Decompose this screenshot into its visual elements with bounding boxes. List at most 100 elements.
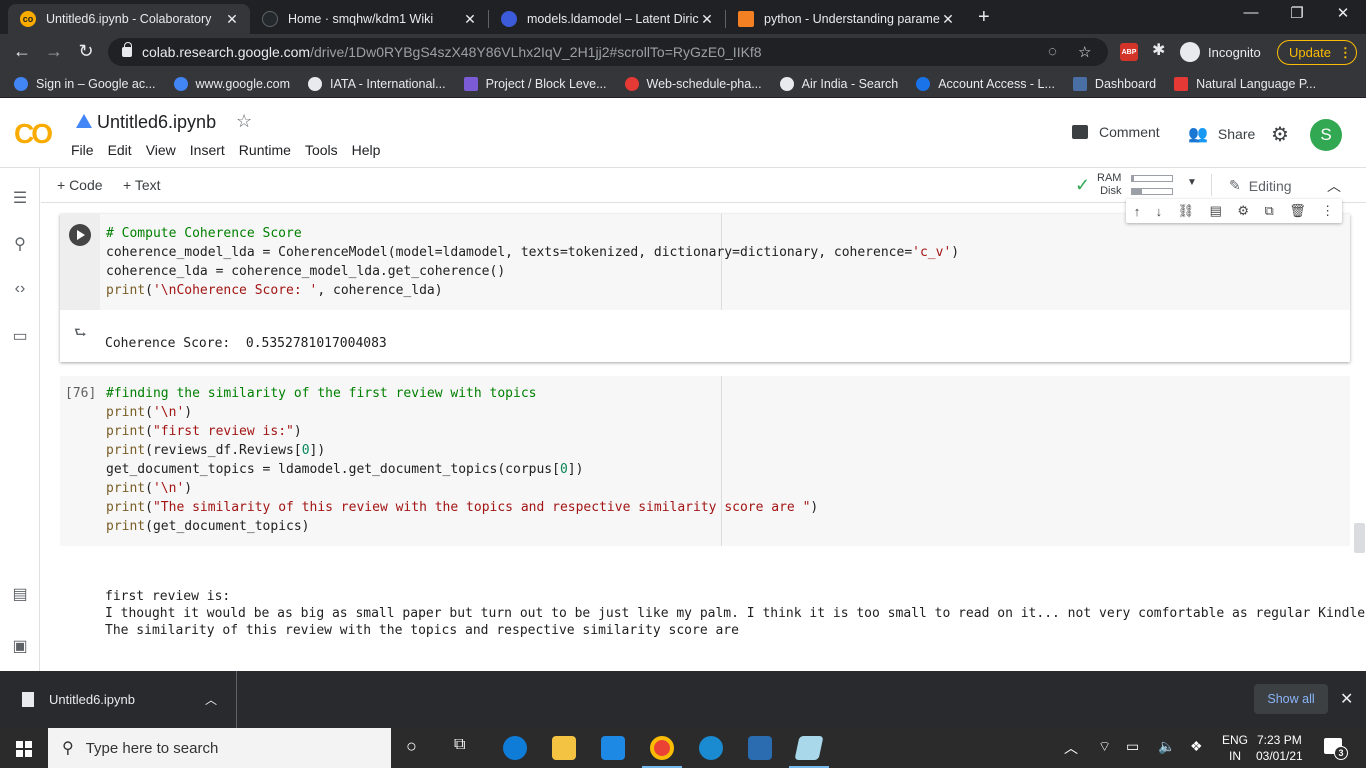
add-text-button[interactable]: + Text (123, 177, 161, 193)
menu-insert[interactable]: Insert (190, 142, 225, 158)
chrome-app-icon[interactable] (650, 736, 674, 760)
show-all-downloads-button[interactable]: Show all (1254, 684, 1328, 714)
restore-button[interactable]: ❐ (1282, 4, 1312, 22)
bookmark-item[interactable]: www.google.com (173, 76, 290, 91)
tab-ldamodel-docs[interactable]: models.ldamodel – Latent Dirichl ✕ (489, 4, 725, 34)
reload-icon[interactable]: ↻ (74, 41, 98, 62)
stackoverflow-favicon-icon (738, 11, 754, 27)
chevron-down-icon[interactable]: ▼ (1187, 177, 1197, 188)
new-tab-button[interactable]: + (978, 6, 990, 29)
wifi-icon[interactable]: ⌔ (1098, 738, 1111, 756)
tab-close-icon[interactable]: ✕ (224, 11, 240, 28)
more-cell-actions-icon[interactable]: ⋮ (1321, 203, 1334, 219)
collapse-header-icon[interactable]: ︿ (1327, 176, 1341, 196)
add-comment-icon[interactable]: ▤ (1210, 203, 1222, 219)
bookmark-item[interactable]: Natural Language P... (1174, 76, 1316, 91)
edge-app-icon[interactable] (503, 736, 527, 760)
incognito-indicator[interactable]: Incognito (1180, 41, 1261, 63)
tab-github-wiki[interactable]: Home · smqhw/kdm1 Wiki ✕ (250, 4, 488, 34)
command-palette-icon[interactable]: ▤ (11, 584, 29, 604)
cell-source[interactable]: # Compute Coherence Score coherence_model… (106, 224, 959, 300)
battery-icon[interactable]: ▭ (1126, 738, 1139, 755)
resource-monitor[interactable]: RAM Disk (1097, 172, 1121, 198)
cell-code-area[interactable]: # Compute Coherence Score coherence_model… (60, 214, 1350, 310)
bookmark-star-icon[interactable]: ☆ (1078, 43, 1091, 61)
windows-start-icon[interactable] (16, 741, 32, 757)
add-code-button[interactable]: + Code (57, 177, 103, 193)
close-window-button[interactable]: ✕ (1328, 4, 1358, 22)
eye-slash-icon[interactable]: ◌ (1048, 43, 1057, 60)
mail-app-icon[interactable] (601, 736, 625, 760)
chevron-up-icon[interactable]: ︿ (205, 691, 217, 708)
action-center-icon[interactable]: 3 (1324, 738, 1348, 760)
menu-edit[interactable]: Edit (108, 142, 132, 158)
bookmark-item[interactable]: Dashboard (1072, 76, 1156, 91)
move-cell-down-icon[interactable]: ↓ (1156, 204, 1163, 219)
tab-close-icon[interactable]: ✕ (940, 11, 956, 28)
cell-settings-icon[interactable]: ⚙ (1237, 203, 1249, 219)
dropbox-icon[interactable]: ❖ (1190, 738, 1203, 755)
mirror-cell-icon[interactable]: ⧉ (1264, 203, 1273, 219)
editing-mode-button[interactable]: ✎ Editing (1229, 177, 1292, 194)
comment-button[interactable]: Comment (1072, 124, 1160, 140)
download-item[interactable]: Untitled6.ipynb ︿ (0, 671, 237, 728)
extensions-puzzle-icon[interactable]: ✱ (1152, 40, 1165, 60)
volume-icon[interactable]: 🔈 (1158, 738, 1175, 755)
files-folder-icon[interactable]: ▭ (11, 326, 29, 346)
bookmark-item[interactable]: Account Access - L... (916, 76, 1055, 91)
avatar[interactable]: S (1310, 119, 1342, 151)
tab-label: python - Understanding paramet (764, 12, 940, 26)
bookmark-item[interactable]: Sign in – Google ac... (14, 76, 156, 91)
terminal-icon[interactable]: ▣ (11, 636, 29, 656)
language-indicator[interactable]: ENG IN (1222, 732, 1248, 764)
tab-colab[interactable]: co Untitled6.ipynb - Colaboratory ✕ (8, 4, 250, 34)
settings-gear-icon[interactable]: ⚙ (1271, 122, 1289, 147)
taskbar-search[interactable]: ⚲ Type here to search (48, 728, 391, 768)
close-download-bar-icon[interactable]: ✕ (1340, 689, 1353, 709)
menu-file[interactable]: File (71, 142, 94, 158)
search-icon[interactable]: ⚲ (11, 234, 29, 254)
code-token: coherence_lda = coherence_model_lda.get_… (106, 264, 506, 279)
code-snippets-icon[interactable]: ‹› (11, 280, 29, 298)
system-clock[interactable]: 7:23 PM 03/01/21 (1256, 732, 1303, 764)
output-line: The similarity of this review with the t… (105, 623, 739, 638)
file-explorer-icon[interactable] (552, 736, 576, 760)
delete-cell-icon[interactable]: 🗑 (1289, 203, 1306, 219)
edge-beta-app-icon[interactable] (699, 736, 723, 760)
code-cell-coherence[interactable]: # Compute Coherence Score coherence_model… (60, 214, 1350, 362)
menu-tools[interactable]: Tools (305, 142, 338, 158)
task-view-icon[interactable]: ⧉ (454, 736, 465, 754)
code-cell-similarity[interactable]: [76] #finding the similarity of the firs… (60, 376, 1350, 546)
output-actions-icon[interactable]: ⮑ (74, 322, 87, 346)
notebook-title[interactable]: Untitled6.ipynb (97, 112, 216, 133)
bookmark-item[interactable]: IATA - International... (308, 76, 446, 91)
bookmark-item[interactable]: Air India - Search (779, 76, 898, 91)
tab-close-icon[interactable]: ✕ (462, 11, 478, 28)
back-arrow-icon[interactable]: ← (10, 41, 34, 62)
colab-logo[interactable]: CO (14, 118, 53, 150)
link-to-cell-icon[interactable]: ⛓ (1178, 203, 1195, 219)
bookmark-item[interactable]: Web-schedule-pha... (624, 76, 762, 91)
tab-close-icon[interactable]: ✕ (699, 11, 715, 28)
tab-stackoverflow[interactable]: python - Understanding paramet ✕ (726, 4, 966, 34)
snip-app-icon[interactable] (794, 736, 824, 760)
menu-runtime[interactable]: Runtime (239, 142, 291, 158)
menu-help[interactable]: Help (352, 142, 381, 158)
scrollbar-thumb[interactable] (1354, 523, 1365, 553)
menu-view[interactable]: View (146, 142, 176, 158)
star-icon[interactable]: ☆ (236, 111, 252, 132)
cortana-icon[interactable]: ○ (406, 736, 417, 757)
forward-arrow-icon[interactable]: → (42, 41, 66, 62)
run-cell-icon[interactable] (69, 224, 91, 246)
adblock-plus-icon[interactable]: ABP (1120, 43, 1138, 61)
show-hidden-icons-chevron-icon[interactable]: ︿ (1064, 738, 1078, 758)
move-cell-up-icon[interactable]: ↑ (1134, 204, 1141, 219)
photos-app-icon[interactable] (748, 736, 772, 760)
cell-source[interactable]: #finding the similarity of the first rev… (106, 384, 818, 536)
share-button[interactable]: 👥 Share (1188, 124, 1255, 144)
bookmark-item[interactable]: Project / Block Leve... (463, 76, 607, 91)
address-bar[interactable]: colab.research.google.com/drive/1Dw0RYBg… (108, 38, 1108, 66)
update-button[interactable]: Update ⋮ (1277, 40, 1357, 65)
table-of-contents-icon[interactable]: ☰ (11, 188, 29, 208)
minimize-button[interactable]: — (1236, 4, 1266, 21)
